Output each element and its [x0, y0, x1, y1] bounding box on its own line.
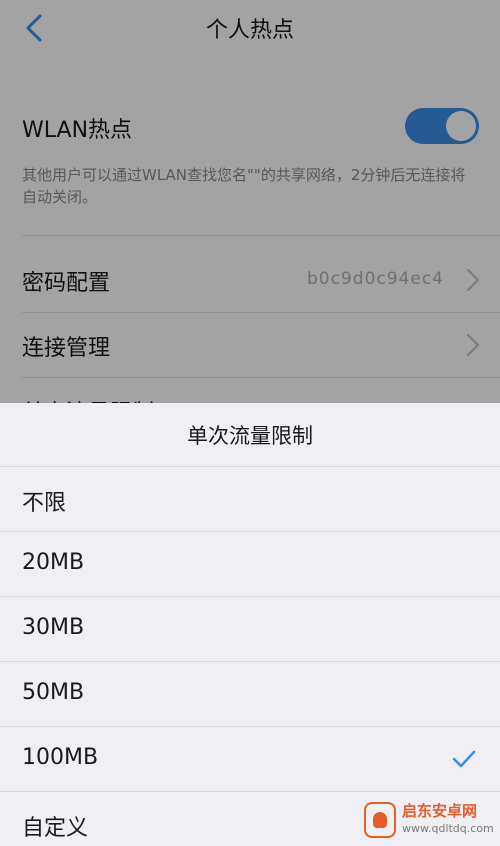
option-label: 不限: [22, 491, 67, 516]
option-30mb[interactable]: 30MB: [0, 597, 500, 662]
sheet-title: 单次流量限制: [0, 403, 500, 467]
option-label: 自定义: [22, 816, 89, 841]
option-label: 30MB: [22, 615, 85, 640]
option-label: 20MB: [22, 550, 85, 575]
option-label: 100MB: [22, 745, 99, 770]
watermark-logo-icon: [364, 802, 396, 838]
option-100mb[interactable]: 100MB: [0, 727, 500, 792]
watermark-name: 启东安卓网: [402, 802, 478, 820]
checkmark-icon: [452, 750, 476, 768]
traffic-limit-sheet: 单次流量限制 不限 20MB 30MB 50MB 100MB 自定义: [0, 403, 500, 846]
option-unlimited[interactable]: 不限: [0, 467, 500, 532]
option-50mb[interactable]: 50MB: [0, 662, 500, 727]
site-watermark: 启东安卓网 www.qdltdq.com: [364, 798, 494, 842]
option-label: 50MB: [22, 680, 85, 705]
watermark-url: www.qdltdq.com: [402, 822, 494, 835]
option-20mb[interactable]: 20MB: [0, 532, 500, 597]
